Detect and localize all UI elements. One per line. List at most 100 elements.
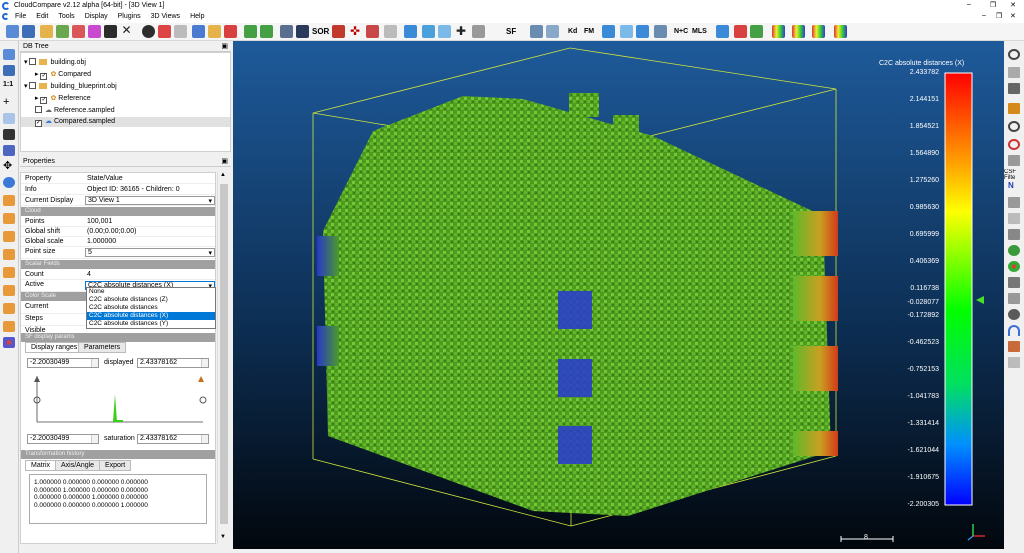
tree-item-selected[interactable]: ✓ ☁ Compared.sampled <box>21 117 230 127</box>
rainbow3-icon[interactable] <box>812 25 825 38</box>
clone-icon[interactable] <box>40 25 53 38</box>
add-sf-icon[interactable]: ✚ <box>456 25 469 38</box>
axis-icon[interactable] <box>3 113 15 124</box>
heart-icon[interactable] <box>174 25 187 38</box>
cube-gray-icon[interactable] <box>1008 67 1020 78</box>
screen-icon[interactable] <box>3 49 15 60</box>
csf-filter-label[interactable]: CSF Filte <box>1004 169 1024 181</box>
menu-plugins[interactable]: Plugins <box>113 12 146 21</box>
pick-icon[interactable] <box>192 25 205 38</box>
left-view-icon[interactable] <box>3 231 15 242</box>
delete-icon[interactable]: ✕ <box>120 24 133 38</box>
close-button[interactable]: ✕ <box>1006 1 1020 9</box>
compass-red-icon[interactable] <box>1008 139 1020 150</box>
collapse-icon[interactable]: ▾ <box>24 83 28 90</box>
displayed-input[interactable]: 2.43378162 <box>137 358 209 368</box>
tab-axis-angle[interactable]: Axis/Angle <box>55 460 101 471</box>
histogram-chart[interactable] <box>27 374 211 428</box>
brush-icon[interactable] <box>1008 103 1020 114</box>
merge-icon[interactable] <box>56 25 69 38</box>
histogram-icon[interactable] <box>404 25 417 38</box>
saturation-input[interactable]: 2.43378162 <box>137 434 209 444</box>
menu-3d-views[interactable]: 3D Views <box>146 12 185 21</box>
dropdown-option[interactable]: C2C absolute distances (Z) <box>87 296 215 304</box>
ransac-icon[interactable] <box>750 25 763 38</box>
checkbox[interactable]: ✓ <box>40 97 48 104</box>
spinner-icon[interactable] <box>201 359 208 367</box>
expand-icon[interactable]: ▸ <box>35 95 39 102</box>
dropdown-option[interactable]: C2C absolute distances (Y) <box>87 320 215 328</box>
checkbox[interactable] <box>29 58 37 65</box>
checkbox[interactable]: ✓ <box>40 73 48 80</box>
sphere-icon[interactable] <box>654 25 667 38</box>
scroll-down-icon[interactable]: ▼ <box>220 534 226 540</box>
rainbow4-icon[interactable] <box>834 25 847 38</box>
contour-icon[interactable] <box>546 25 559 38</box>
sample-icon[interactable] <box>104 25 117 38</box>
zoom-icon[interactable] <box>3 177 15 188</box>
expand-icon[interactable]: ▸ <box>35 71 39 78</box>
registration-icon[interactable] <box>716 25 729 38</box>
fm-button[interactable]: FM <box>584 25 597 38</box>
tree-item[interactable]: ▾ building_blueprint.obj <box>24 82 117 92</box>
right-view-icon[interactable] <box>3 249 15 260</box>
checkbox[interactable]: ✓ <box>35 120 42 127</box>
mesh-icon[interactable] <box>620 25 633 38</box>
pointsize-combo[interactable]: 5 ▾ <box>85 248 215 257</box>
cone-icon[interactable] <box>332 25 345 38</box>
front-view-icon[interactable] <box>3 195 15 206</box>
tab-display-ranges[interactable]: Display ranges <box>25 342 84 353</box>
leaf-icon[interactable] <box>1008 245 1020 256</box>
checkbox[interactable] <box>35 106 42 113</box>
mdi-close-button[interactable]: ✕ <box>1010 12 1016 20</box>
point-cloud-view[interactable] <box>233 41 1004 549</box>
properties-scrollbar[interactable]: ▲ ▼ <box>217 172 229 544</box>
perspective-icon[interactable] <box>3 129 15 140</box>
points-color-icon[interactable] <box>1008 261 1020 272</box>
open-icon[interactable] <box>6 25 19 38</box>
scan-icon[interactable] <box>1008 357 1020 368</box>
menu-display[interactable]: Display <box>80 12 113 21</box>
menu-tools[interactable]: Tools <box>53 12 79 21</box>
scalar-icon[interactable] <box>366 25 379 38</box>
pivot-icon[interactable]: + <box>3 97 15 108</box>
tree-item[interactable]: ▸ ✓ ✿ Reference <box>35 94 91 104</box>
iso-view1-icon[interactable] <box>3 303 15 314</box>
tree-item[interactable]: ☁ Reference.sampled <box>35 106 115 116</box>
tree-item[interactable]: ▾ building.obj <box>24 58 86 68</box>
sat-min-input[interactable]: -2.20030499 <box>27 434 99 444</box>
tab-matrix[interactable]: Matrix <box>25 460 57 471</box>
gradient-icon[interactable] <box>438 25 451 38</box>
spinner-icon[interactable] <box>91 359 98 367</box>
tab-parameters[interactable]: Parameters <box>78 342 127 353</box>
cube-dark-icon[interactable] <box>1008 83 1020 94</box>
menu-edit[interactable]: Edit <box>31 12 53 21</box>
restore-button[interactable]: ❐ <box>986 1 1000 9</box>
scalar-list-icon[interactable] <box>472 25 485 38</box>
grid-icon[interactable] <box>1008 197 1020 208</box>
dropdown-option[interactable]: C2C absolute distances <box>87 304 215 312</box>
kd-button[interactable]: Kd <box>568 25 581 38</box>
3d-viewport[interactable]: C2C absolute distances (X) 8 2.433782 2.1… <box>233 41 1004 549</box>
menu-help[interactable]: Help <box>185 12 209 21</box>
clock-icon[interactable] <box>1008 121 1020 132</box>
transform-icon[interactable] <box>88 25 101 38</box>
active-sf-dropdown[interactable]: None C2C absolute distances (Z) C2C abso… <box>86 287 216 329</box>
network-icon[interactable] <box>1008 229 1020 240</box>
align-icon[interactable] <box>734 25 747 38</box>
cube-icon[interactable] <box>280 25 293 38</box>
subsample-icon[interactable] <box>72 25 85 38</box>
one-to-one-icon[interactable]: 1:1 <box>3 81 15 92</box>
sphere-shade-icon[interactable] <box>1008 309 1020 320</box>
sor-button[interactable]: SOR <box>312 25 329 38</box>
dropdown-option[interactable]: None <box>87 288 215 296</box>
color-ramp-icon[interactable] <box>422 25 435 38</box>
spinner-icon[interactable] <box>201 435 208 443</box>
camera-icon[interactable] <box>3 65 15 76</box>
rainbow1-icon[interactable] <box>772 25 785 38</box>
flag-icon[interactable] <box>384 25 397 38</box>
plane-icon[interactable] <box>636 25 649 38</box>
shield-icon[interactable] <box>1008 155 1020 166</box>
apple-icon[interactable] <box>142 25 155 38</box>
signal-icon[interactable] <box>1008 293 1020 304</box>
